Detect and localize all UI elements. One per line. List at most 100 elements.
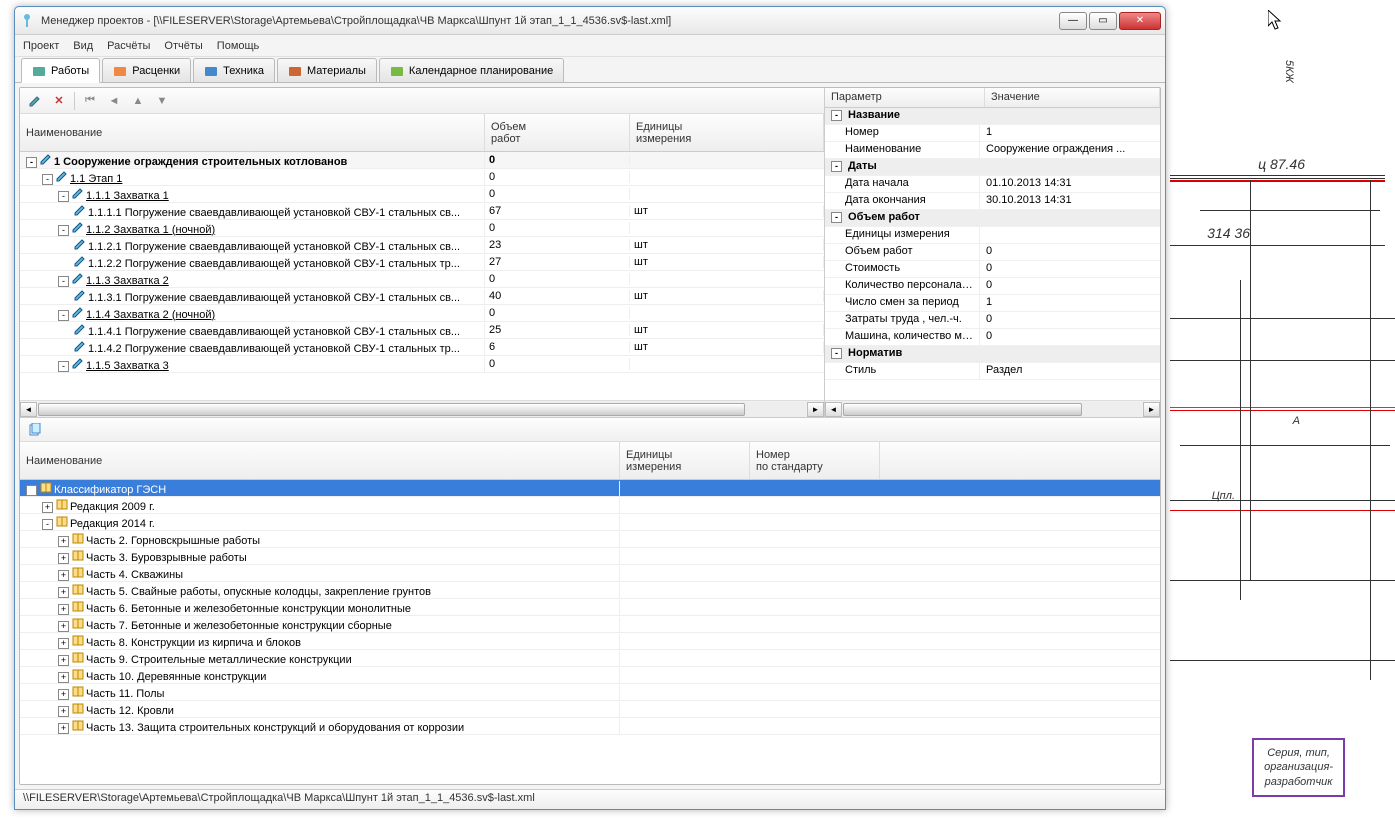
col-cls-unit[interactable]: Единицы измерения <box>620 442 750 479</box>
col-units[interactable]: Единицы измерения <box>630 114 824 151</box>
tab-Календарное планирование[interactable]: Календарное планирование <box>379 58 564 82</box>
tree-toggle-icon[interactable]: + <box>58 638 69 649</box>
classifier-row[interactable]: +Часть 9. Строительные металлические кон… <box>20 650 1160 667</box>
works-row[interactable]: -1.1 Этап 10 <box>20 169 824 186</box>
tree-toggle-icon[interactable]: + <box>58 723 69 734</box>
prop-row[interactable]: Единицы измерения <box>825 227 1160 244</box>
prop-group[interactable]: - Объем работ <box>825 210 1160 227</box>
tree-toggle-icon[interactable]: + <box>58 587 69 598</box>
tree-toggle-icon[interactable]: - <box>26 157 37 168</box>
works-row[interactable]: -1.1.4 Захватка 2 (ночной)0 <box>20 305 824 322</box>
tree-toggle-icon[interactable]: - <box>831 110 842 121</box>
works-row[interactable]: 1.1.3.1 Погружение сваевдавливающей уста… <box>20 288 824 305</box>
tree-toggle-icon[interactable]: + <box>58 604 69 615</box>
prop-row[interactable]: Количество персонала в с...0 <box>825 278 1160 295</box>
classifier-row[interactable]: +Часть 4. Скважины <box>20 565 1160 582</box>
menu-calc[interactable]: Расчёты <box>107 40 150 52</box>
prop-row[interactable]: Номер1 <box>825 125 1160 142</box>
tab-Материалы[interactable]: Материалы <box>277 58 377 82</box>
col-volume[interactable]: Объем работ <box>485 114 630 151</box>
close-button[interactable]: ✕ <box>1119 12 1161 30</box>
row-name[interactable]: 1.1.3 Захватка 2 <box>86 275 169 287</box>
prop-value[interactable]: 0 <box>980 312 1160 328</box>
nav-first-icon[interactable]: ⏮ <box>81 92 99 110</box>
prop-row[interactable]: НаименованиеСооружение ограждения ... <box>825 142 1160 159</box>
tree-toggle-icon[interactable]: - <box>831 161 842 172</box>
classifier-row[interactable]: +Часть 8. Конструкции из кирпича и блоко… <box>20 633 1160 650</box>
classifier-row[interactable]: +Часть 2. Горновскрышные работы <box>20 531 1160 548</box>
works-row[interactable]: -1.1.1 Захватка 10 <box>20 186 824 203</box>
works-hscroll[interactable]: ◄ ► <box>20 400 824 417</box>
tab-Расценки[interactable]: Расценки <box>102 58 191 82</box>
prop-value[interactable]: 0 <box>980 261 1160 277</box>
works-row[interactable]: 1.1.2.2 Погружение сваевдавливающей уста… <box>20 254 824 271</box>
menu-project[interactable]: Проект <box>23 40 59 52</box>
delete-icon[interactable]: ✕ <box>50 92 68 110</box>
classifier-row[interactable]: +Часть 11. Полы <box>20 684 1160 701</box>
prop-value[interactable]: 30.10.2013 14:31 <box>980 193 1160 209</box>
classifier-row[interactable]: +Часть 7. Бетонные и железобетонные конс… <box>20 616 1160 633</box>
works-row[interactable]: -1 Сооружение ограждения строительных ко… <box>20 152 824 169</box>
prop-value[interactable]: Раздел <box>980 363 1160 379</box>
classifier-row[interactable]: +Часть 5. Свайные работы, опускные колод… <box>20 582 1160 599</box>
row-name[interactable]: 1.1.2 Захватка 1 (ночной) <box>86 224 215 236</box>
tab-Работы[interactable]: Работы <box>21 58 100 83</box>
tree-toggle-icon[interactable]: + <box>58 570 69 581</box>
menu-help[interactable]: Помощь <box>217 40 260 52</box>
prop-value[interactable]: 01.10.2013 14:31 <box>980 176 1160 192</box>
prop-group[interactable]: - Даты <box>825 159 1160 176</box>
scroll-left-icon[interactable]: ◄ <box>20 402 37 417</box>
tree-toggle-icon[interactable]: - <box>58 191 69 202</box>
tree-toggle-icon[interactable]: - <box>58 225 69 236</box>
tree-toggle-icon[interactable]: + <box>58 536 69 547</box>
tree-toggle-icon[interactable]: - <box>831 348 842 359</box>
copy-icon[interactable] <box>26 421 44 439</box>
col-cls-name[interactable]: Наименование <box>20 442 620 479</box>
nav-up-icon[interactable]: ▲ <box>129 92 147 110</box>
works-row[interactable]: 1.1.4.1 Погружение сваевдавливающей уста… <box>20 322 824 339</box>
prop-row[interactable]: СтильРаздел <box>825 363 1160 380</box>
prop-row[interactable]: Машина, количество маш...0 <box>825 329 1160 346</box>
tree-toggle-icon[interactable]: + <box>58 672 69 683</box>
prop-value[interactable]: 0 <box>980 278 1160 294</box>
works-row[interactable]: 1.1.4.2 Погружение сваевдавливающей уста… <box>20 339 824 356</box>
scroll-right-icon[interactable]: ► <box>1143 402 1160 417</box>
props-hscroll[interactable]: ◄ ► <box>825 400 1160 417</box>
works-row[interactable]: -1.1.3 Захватка 20 <box>20 271 824 288</box>
tab-Техника[interactable]: Техника <box>193 58 275 82</box>
tree-toggle-icon[interactable]: - <box>42 174 53 185</box>
prop-row[interactable]: Дата начала01.10.2013 14:31 <box>825 176 1160 193</box>
tree-toggle-icon[interactable]: + <box>58 655 69 666</box>
col-name[interactable]: Наименование <box>20 114 485 151</box>
prop-row[interactable]: Стоимость0 <box>825 261 1160 278</box>
tree-toggle-icon[interactable]: + <box>42 502 53 513</box>
tree-toggle-icon[interactable]: - <box>58 361 69 372</box>
classifier-row[interactable]: +Часть 10. Деревянные конструкции <box>20 667 1160 684</box>
menu-reports[interactable]: Отчёты <box>164 40 202 52</box>
edit-icon[interactable] <box>26 92 44 110</box>
tree-toggle-icon[interactable]: - <box>42 519 53 530</box>
row-name[interactable]: 1.1 Этап 1 <box>70 173 122 185</box>
scroll-left-icon[interactable]: ◄ <box>825 402 842 417</box>
prop-row[interactable]: Дата окончания30.10.2013 14:31 <box>825 193 1160 210</box>
works-row[interactable]: -1.1.5 Захватка 30 <box>20 356 824 373</box>
tree-toggle-icon[interactable]: - <box>58 310 69 321</box>
prop-group[interactable]: - Название <box>825 108 1160 125</box>
tree-toggle-icon[interactable]: - <box>831 212 842 223</box>
prop-row[interactable]: Объем работ0 <box>825 244 1160 261</box>
tree-toggle-icon[interactable]: + <box>58 621 69 632</box>
tree-toggle-icon[interactable]: - <box>26 485 37 496</box>
classifier-row[interactable]: -Классификатор ГЭСН <box>20 480 1160 497</box>
works-row[interactable]: 1.1.2.1 Погружение сваевдавливающей уста… <box>20 237 824 254</box>
titlebar[interactable]: Менеджер проектов - [\\FILESERVER\Storag… <box>15 7 1165 35</box>
tree-toggle-icon[interactable]: - <box>58 276 69 287</box>
minimize-button[interactable]: — <box>1059 12 1087 30</box>
tree-toggle-icon[interactable]: + <box>58 689 69 700</box>
scroll-right-icon[interactable]: ► <box>807 402 824 417</box>
prop-value[interactable]: 0 <box>980 329 1160 345</box>
classifier-row[interactable]: +Часть 6. Бетонные и железобетонные конс… <box>20 599 1160 616</box>
classifier-row[interactable]: +Часть 3. Буровзрывные работы <box>20 548 1160 565</box>
prop-row[interactable]: Число смен за период1 <box>825 295 1160 312</box>
col-param[interactable]: Параметр <box>825 88 985 107</box>
nav-down-icon[interactable]: ▼ <box>153 92 171 110</box>
